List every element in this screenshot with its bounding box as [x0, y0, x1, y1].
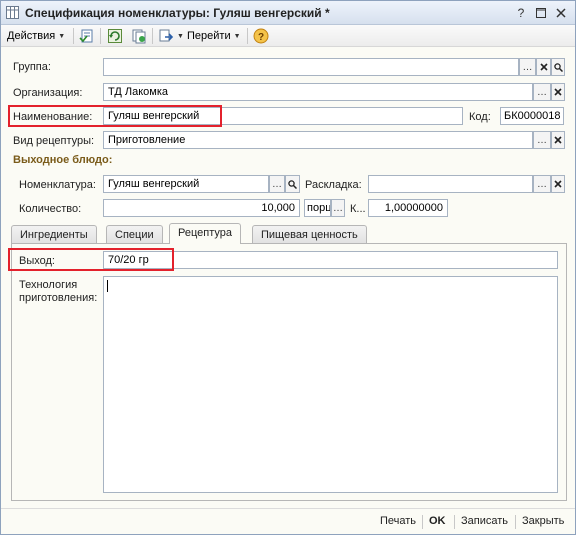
nomenclature-field[interactable]: Гуляш венгерский: [103, 175, 269, 193]
quantity-field[interactable]: 10,000: [103, 199, 300, 217]
dropdown-caret-icon: ▼: [177, 32, 184, 40]
group-open-button[interactable]: [551, 58, 565, 76]
help-icon: ?: [253, 28, 269, 44]
ok-button[interactable]: OK: [429, 515, 446, 527]
tab-recipe[interactable]: Рецептура: [169, 223, 241, 244]
copy-button[interactable]: [131, 28, 147, 44]
code-label: Код:: [469, 111, 491, 123]
dropdown-caret-icon: ▼: [58, 32, 66, 40]
nomenclature-label: Номенклатура:: [19, 179, 96, 191]
layout-select-button[interactable]: …: [533, 175, 551, 193]
technology-label-line1: Технология: [19, 279, 78, 291]
k-label: К...: [350, 203, 366, 215]
code-field[interactable]: БК0000018: [500, 107, 564, 125]
output-dish-section-title: Выходное блюдо:: [13, 154, 113, 166]
layout-label: Раскладка:: [305, 179, 362, 191]
footer-separator: [515, 515, 516, 529]
layout-field[interactable]: [368, 175, 533, 193]
maximize-icon[interactable]: [533, 5, 549, 20]
recipe-type-clear-button[interactable]: [551, 131, 565, 149]
structure-button[interactable]: ▼: [158, 28, 184, 44]
organization-field[interactable]: ТД Лакомка: [103, 83, 533, 101]
refresh-button[interactable]: [107, 28, 123, 44]
clear-icon: [554, 180, 562, 188]
window-title: Спецификация номенклатуры: Гуляш венгерс…: [25, 6, 330, 20]
search-icon: [288, 179, 297, 189]
search-icon: [553, 62, 563, 72]
refresh-icon: [108, 29, 122, 43]
group-clear-button[interactable]: [536, 58, 551, 76]
technology-textarea[interactable]: [103, 276, 558, 493]
table-icon: [6, 6, 19, 19]
clear-icon: [554, 88, 562, 96]
tab-spices[interactable]: Специи: [106, 225, 163, 243]
dropdown-caret-icon: ▼: [233, 32, 241, 40]
organization-label: Организация:: [13, 87, 83, 99]
recipe-type-select-button[interactable]: …: [533, 131, 551, 149]
save-button[interactable]: Записать: [461, 515, 508, 527]
actions-menu-button[interactable]: Действия ▼: [7, 28, 65, 44]
organization-select-button[interactable]: …: [533, 83, 551, 101]
footer-separator: [422, 515, 423, 529]
text-cursor: [107, 280, 108, 292]
title-bar: Спецификация номенклатуры: Гуляш венгерс…: [1, 1, 575, 25]
layout-clear-button[interactable]: [551, 175, 565, 193]
toolbar-separator: [73, 28, 74, 44]
name-field[interactable]: Гуляш венгерский: [103, 107, 463, 125]
post-document-button[interactable]: [79, 28, 95, 44]
toolbar-separator: [247, 28, 248, 44]
post-document-icon: [79, 29, 93, 43]
recipe-type-label: Вид рецептуры:: [13, 135, 95, 147]
specification-window: Спецификация номенклатуры: Гуляш венгерс…: [0, 0, 576, 535]
nomenclature-open-button[interactable]: [285, 175, 300, 193]
toolbar: Действия ▼ ▼ Перейти ▼ ?: [1, 25, 575, 47]
unit-select-button[interactable]: …: [331, 199, 345, 217]
structure-icon: [159, 29, 174, 42]
toolbar-separator: [100, 28, 101, 44]
organization-clear-button[interactable]: [551, 83, 565, 101]
help-question-icon[interactable]: ?: [513, 5, 529, 20]
unit-field[interactable]: порц: [304, 199, 331, 217]
tab-nutrition[interactable]: Пищевая ценность: [252, 225, 367, 243]
technology-label-line2: приготовления:: [19, 292, 98, 304]
clear-icon: [554, 136, 562, 144]
toolbar-separator: [152, 28, 153, 44]
output-field[interactable]: 70/20 гр: [103, 251, 558, 269]
close-button[interactable]: Закрыть: [522, 515, 564, 527]
group-label: Группа:: [13, 61, 51, 73]
group-field[interactable]: [103, 58, 519, 76]
output-label: Выход:: [19, 255, 55, 267]
close-window-icon[interactable]: [553, 5, 569, 20]
footer-separator: [454, 515, 455, 529]
name-label: Наименование:: [13, 111, 93, 123]
goto-menu-button[interactable]: Перейти ▼: [187, 28, 241, 44]
group-select-button[interactable]: …: [519, 58, 536, 76]
recipe-type-field[interactable]: Приготовление: [103, 131, 533, 149]
k-field[interactable]: 1,00000000: [368, 199, 448, 217]
footer-bar: Печать OK Записать Закрыть: [1, 508, 575, 534]
copy-document-icon: [132, 29, 146, 44]
tab-ingredients[interactable]: Ингредиенты: [11, 225, 97, 243]
help-button[interactable]: ?: [253, 28, 269, 44]
nomenclature-select-button[interactable]: …: [269, 175, 285, 193]
goto-menu-label: Перейти: [187, 30, 231, 42]
quantity-label: Количество:: [19, 203, 82, 215]
svg-text:?: ?: [258, 32, 264, 43]
clear-icon: [539, 63, 548, 71]
print-button[interactable]: Печать: [380, 515, 416, 527]
actions-menu-label: Действия: [7, 30, 56, 42]
